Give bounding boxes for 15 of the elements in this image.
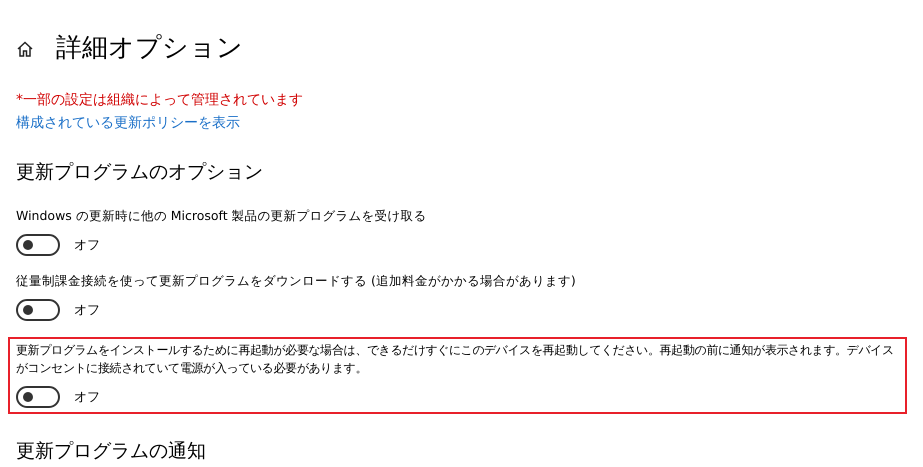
- section-heading: 更新プログラムの通知: [16, 439, 207, 464]
- section-heading: 更新プログラムのオプション: [16, 160, 264, 185]
- toggle-switch[interactable]: [16, 386, 60, 408]
- toggle-switch[interactable]: [16, 299, 60, 321]
- policy-link[interactable]: 構成されている更新ポリシーを表示: [16, 114, 240, 132]
- option-label: Windows の更新時に他の Microsoft 製品の更新プログラムを受け取る: [16, 207, 428, 225]
- toggle-state: オフ: [74, 302, 100, 319]
- home-icon[interactable]: [16, 40, 34, 58]
- page-title: 詳細オプション: [56, 32, 243, 64]
- managed-notice: *一部の設定は組織によって管理されています: [16, 91, 304, 109]
- toggle-state: オフ: [74, 389, 100, 406]
- option-label: 従量制課金接続を使って更新プログラムをダウンロードする (追加料金がかかる場合があります): [16, 272, 577, 290]
- option-label: 更新プログラムをインストールするために再起動が必要な場合は、できるだけすぐにこのデバイスを再起動してください。再起動の前に通知が表示されます。デバイスがコンセントに接続されていて電源が入っている必要があります。: [16, 342, 895, 377]
- toggle-switch[interactable]: [16, 234, 60, 256]
- toggle-state: オフ: [74, 237, 100, 254]
